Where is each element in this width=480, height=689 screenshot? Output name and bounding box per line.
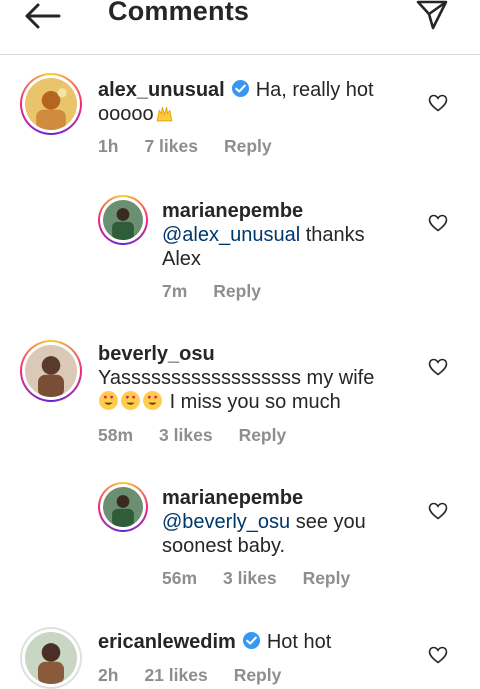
header-bar: Comments bbox=[0, 0, 480, 55]
heart-outline-icon[interactable] bbox=[428, 502, 448, 520]
mention-link[interactable]: @alex_unusual bbox=[162, 224, 300, 246]
comment-username[interactable]: marianepembe bbox=[162, 487, 303, 509]
heart-eyes-emoji bbox=[143, 391, 162, 410]
comment-text: Ha, really hot bbox=[255, 79, 374, 101]
comment-text: Hot hot bbox=[266, 631, 332, 653]
arrow-left-icon[interactable] bbox=[22, 2, 62, 30]
comment-likes[interactable]: 3 likes bbox=[159, 425, 213, 445]
verified-badge-icon bbox=[242, 631, 260, 650]
comment-text-line2: Alex bbox=[162, 248, 201, 270]
paper-plane-icon[interactable] bbox=[416, 0, 448, 30]
comment-username[interactable]: alex_unusual bbox=[98, 79, 225, 101]
heart-eyes-emoji bbox=[99, 391, 118, 410]
comment-time: 56m bbox=[162, 568, 198, 588]
comment-text: Yassssssssssssssssss my wife bbox=[98, 367, 375, 389]
comment-time: 7m bbox=[162, 281, 188, 301]
avatar[interactable] bbox=[20, 340, 82, 402]
avatar[interactable] bbox=[98, 195, 148, 245]
heart-outline-icon[interactable] bbox=[428, 94, 448, 112]
comment-username[interactable]: marianepembe bbox=[162, 200, 303, 222]
heart-outline-icon[interactable] bbox=[428, 646, 448, 664]
reply-button[interactable]: Reply bbox=[224, 136, 272, 156]
comment-time: 58m bbox=[98, 425, 134, 445]
comment-text: see you bbox=[290, 511, 366, 533]
reply-button[interactable]: Reply bbox=[239, 425, 287, 445]
avatar[interactable] bbox=[20, 73, 82, 135]
comment-likes[interactable]: 7 likes bbox=[144, 136, 198, 156]
comment-text-line2: soonest baby. bbox=[162, 535, 286, 557]
heart-outline-icon[interactable] bbox=[428, 214, 448, 232]
comment-likes[interactable]: 21 likes bbox=[144, 665, 207, 685]
reply-button[interactable]: Reply bbox=[303, 568, 351, 588]
reply-button[interactable]: Reply bbox=[234, 665, 282, 685]
comment-text-line2: ooooo bbox=[98, 103, 154, 125]
comment-time: 1h bbox=[98, 136, 119, 156]
comment-username[interactable]: ericanlewedim bbox=[98, 631, 236, 653]
heart-eyes-emoji bbox=[121, 391, 140, 410]
page-title: Comments bbox=[108, 0, 250, 26]
heart-outline-icon[interactable] bbox=[428, 358, 448, 376]
comment-likes[interactable]: 3 likes bbox=[223, 568, 277, 588]
mention-link[interactable]: @beverly_osu bbox=[162, 511, 290, 533]
comment-text: thanks bbox=[300, 224, 365, 246]
avatar[interactable] bbox=[20, 627, 82, 689]
comment-text-line2: I miss you so much bbox=[169, 391, 341, 413]
reply-button[interactable]: Reply bbox=[213, 281, 261, 301]
comment-time: 2h bbox=[98, 665, 119, 685]
verified-badge-icon bbox=[231, 79, 249, 98]
raising-hands-emoji bbox=[156, 107, 172, 122]
avatar[interactable] bbox=[98, 482, 148, 532]
comment-username[interactable]: beverly_osu bbox=[98, 343, 215, 365]
